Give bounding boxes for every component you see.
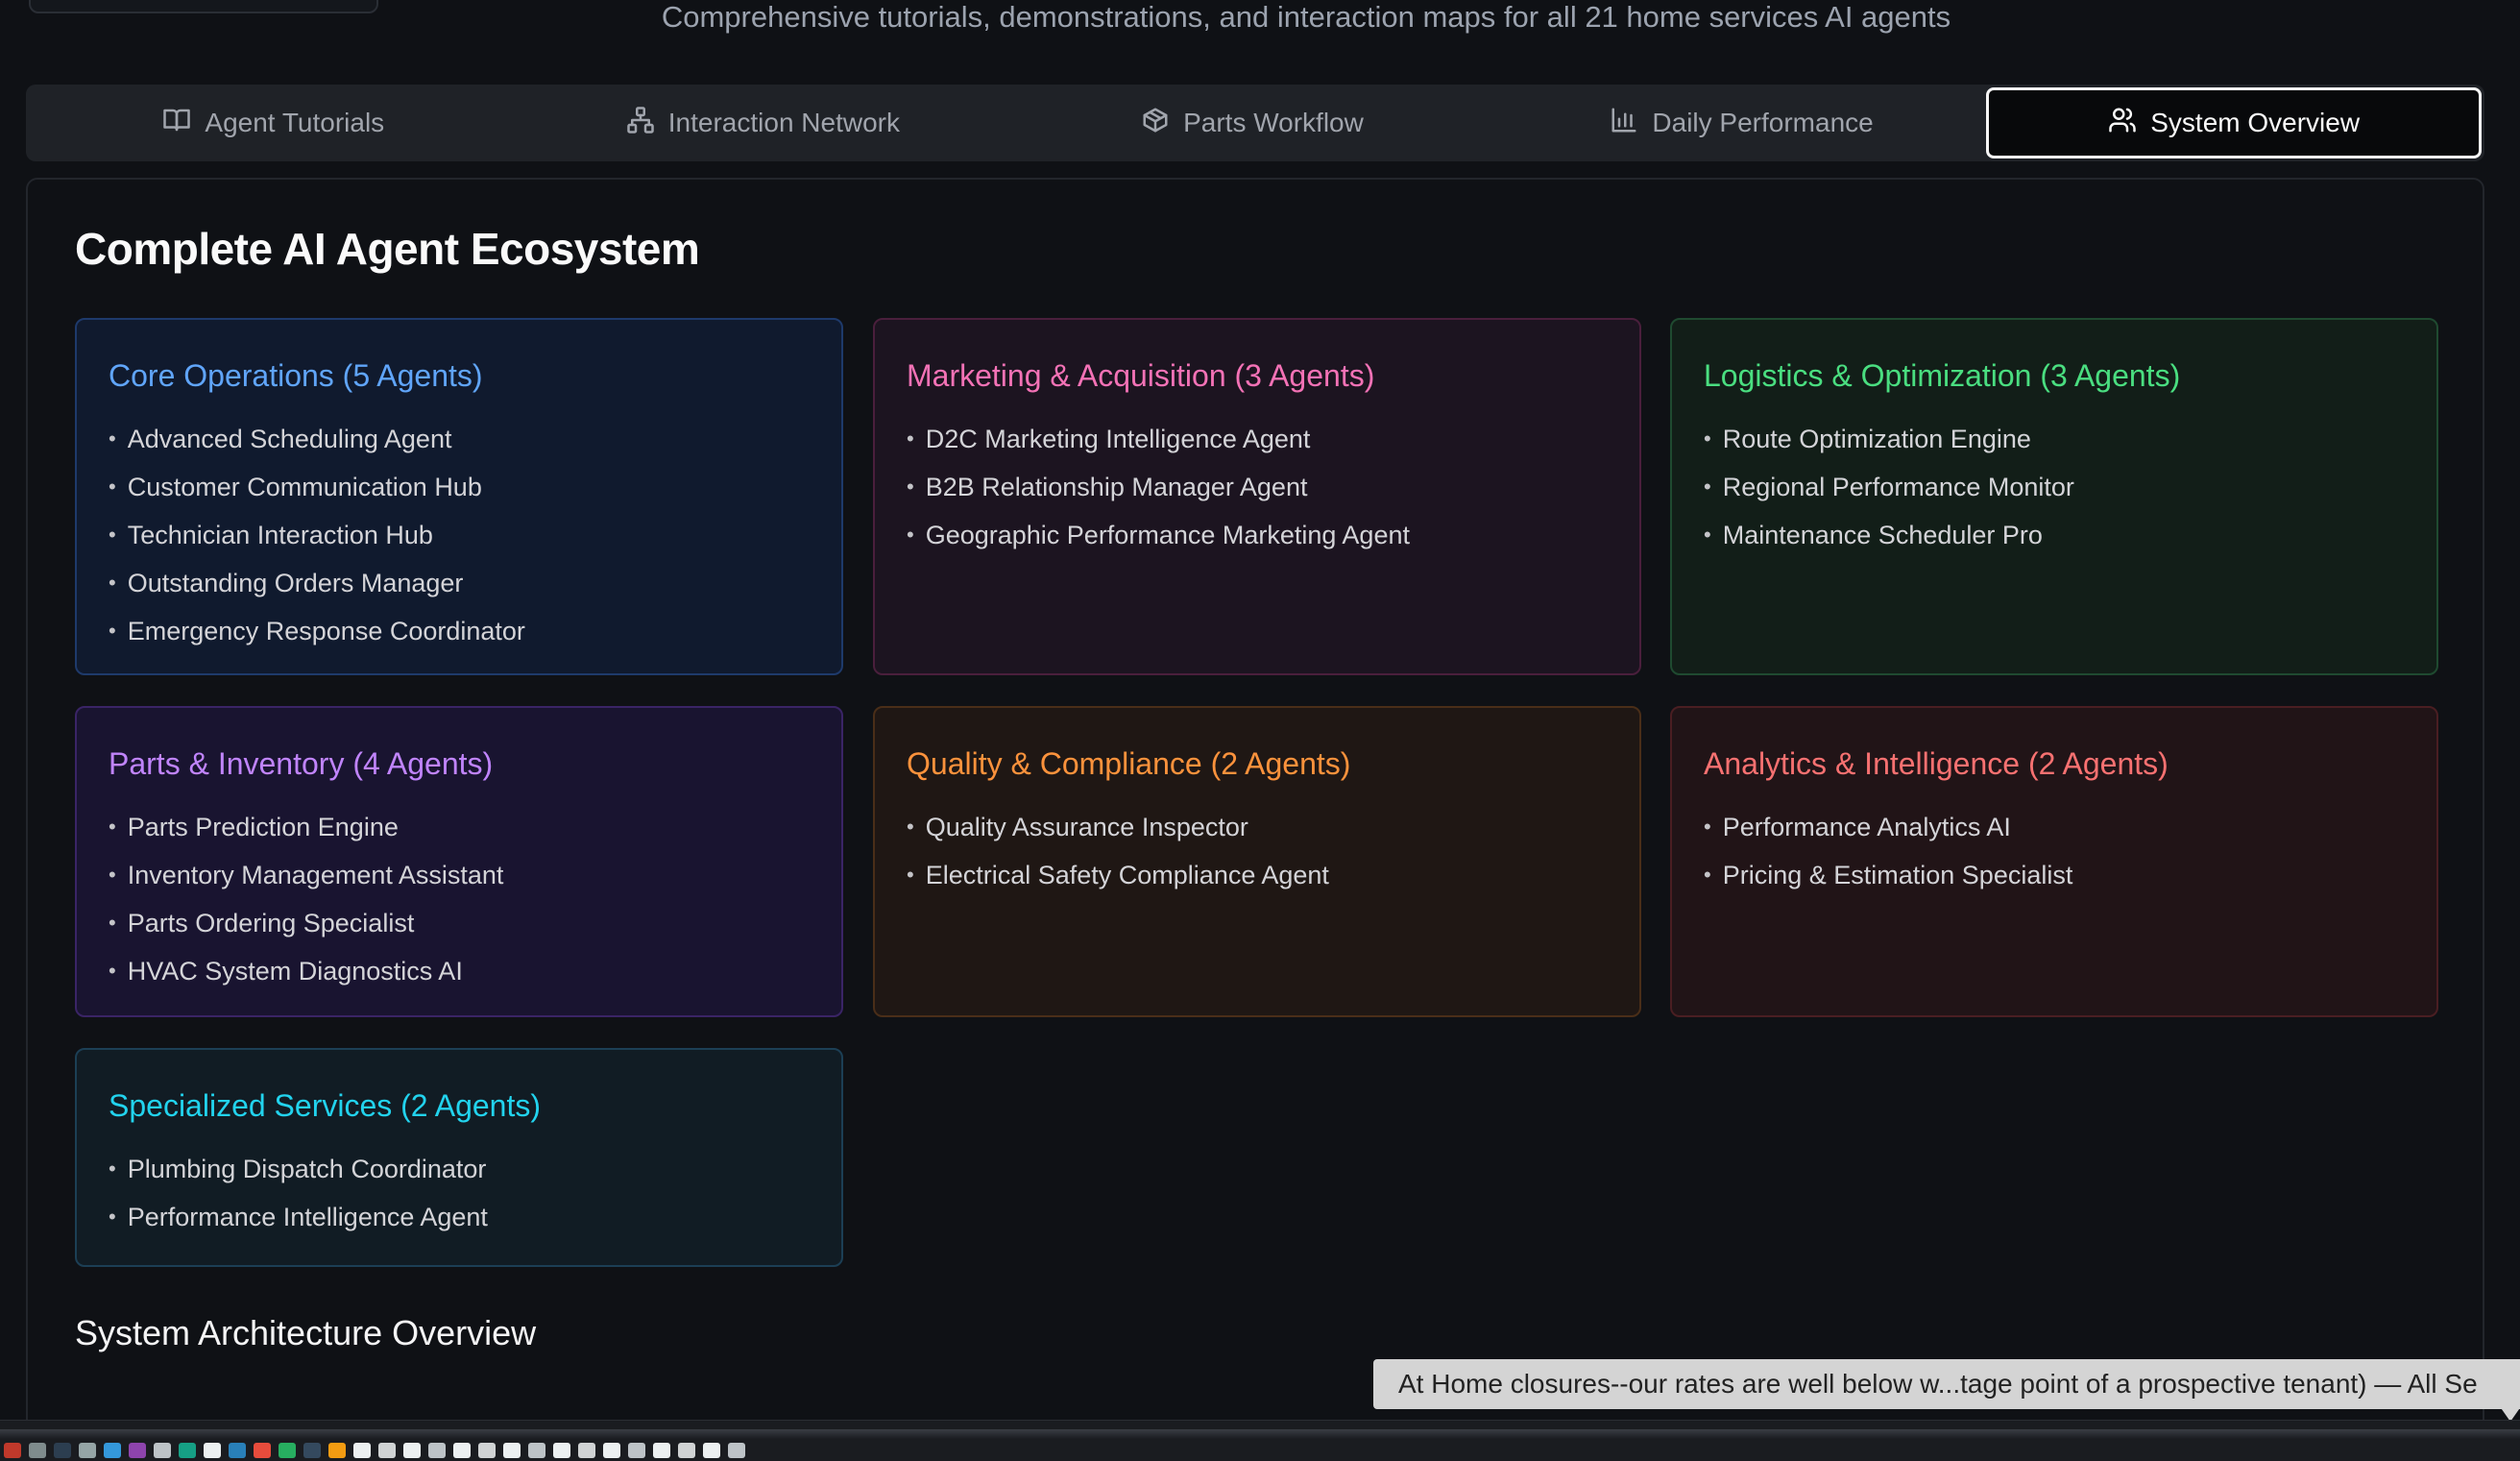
agent-item: Advanced Scheduling Agent — [109, 416, 811, 464]
agent-item: Maintenance Scheduler Pro — [1704, 512, 2406, 560]
group-title: Parts & Inventory (4 Agents) — [109, 746, 494, 781]
tab-parts-workflow[interactable]: Parts Workflow — [1007, 87, 1497, 158]
tooltip-pointer — [2497, 1402, 2520, 1422]
agent-item: Electrical Safety Compliance Agent — [907, 852, 1609, 900]
agent-item: D2C Marketing Intelligence Agent — [907, 416, 1609, 464]
group-title: Quality & Compliance (2 Agents) — [907, 746, 1351, 781]
book-open-icon — [162, 106, 191, 141]
agent-item: Inventory Management Assistant — [109, 852, 811, 900]
group-title: Logistics & Optimization (3 Agents) — [1704, 358, 2181, 393]
group-title: Core Operations (5 Agents) — [109, 358, 483, 393]
tab-label: System Overview — [2150, 108, 2361, 137]
agent-item: Outstanding Orders Manager — [109, 560, 811, 608]
tab-label: Interaction Network — [667, 108, 900, 137]
architecture-section-title: System Architecture Overview — [75, 1313, 537, 1352]
group-title: Specialized Services (2 Agents) — [109, 1088, 541, 1123]
taskbar-icons[interactable] — [0, 1443, 2520, 1460]
agent-group-quality: Quality & Compliance (2 Agents) Quality … — [873, 706, 1641, 1017]
users-icon — [2108, 106, 2137, 141]
agent-group-analytics: Analytics & Intelligence (2 Agents) Perf… — [1670, 706, 2438, 1017]
tab-bar: Agent Tutorials Interaction Network Part… — [26, 85, 2484, 161]
agent-item: Parts Ordering Specialist — [109, 900, 811, 948]
agent-group-logistics: Logistics & Optimization (3 Agents) Rout… — [1670, 318, 2438, 675]
hover-tooltip: At Home closures--our rates are well bel… — [1373, 1359, 2520, 1409]
tab-daily-performance[interactable]: Daily Performance — [1497, 87, 1987, 158]
agent-item: Performance Intelligence Agent — [109, 1194, 811, 1242]
agent-item: Quality Assurance Inspector — [907, 804, 1609, 852]
taskbar-shadow — [0, 1429, 2520, 1439]
system-overview-panel: Complete AI Agent Ecosystem Core Operati… — [26, 178, 2484, 1455]
agent-item: Technician Interaction Hub — [109, 512, 811, 560]
agent-item: Plumbing Dispatch Coordinator — [109, 1146, 811, 1194]
agent-group-parts-inventory: Parts & Inventory (4 Agents) Parts Predi… — [75, 706, 843, 1017]
agent-item: Regional Performance Monitor — [1704, 464, 2406, 512]
agent-group-core-operations: Core Operations (5 Agents) Advanced Sche… — [75, 318, 843, 675]
agent-item: B2B Relationship Manager Agent — [907, 464, 1609, 512]
panel-title: Complete AI Agent Ecosystem — [75, 224, 700, 274]
agent-item: Performance Analytics AI — [1704, 804, 2406, 852]
bar-chart-icon — [1610, 106, 1638, 141]
tab-system-overview[interactable]: System Overview — [1986, 87, 2482, 158]
agent-item: Route Optimization Engine — [1704, 416, 2406, 464]
network-icon — [626, 106, 655, 141]
agent-item: Geographic Performance Marketing Agent — [907, 512, 1609, 560]
agent-item: Pricing & Estimation Specialist — [1704, 852, 2406, 900]
tab-interaction-network[interactable]: Interaction Network — [519, 87, 1008, 158]
group-title: Marketing & Acquisition (3 Agents) — [907, 358, 1375, 393]
tab-label: Daily Performance — [1652, 108, 1874, 137]
package-icon — [1141, 106, 1170, 141]
agent-group-specialized: Specialized Services (2 Agents) Plumbing… — [75, 1048, 843, 1267]
tab-agent-tutorials[interactable]: Agent Tutorials — [29, 87, 519, 158]
page-subtitle: Comprehensive tutorials, demonstrations,… — [661, 0, 1951, 34]
agent-item: Parts Prediction Engine — [109, 804, 811, 852]
tab-label: Parts Workflow — [1183, 108, 1364, 137]
tab-label: Agent Tutorials — [205, 108, 385, 137]
agent-item: HVAC System Diagnostics AI — [109, 948, 811, 996]
agent-item: Customer Communication Hub — [109, 464, 811, 512]
agent-group-marketing: Marketing & Acquisition (3 Agents) D2C M… — [873, 318, 1641, 675]
group-title: Analytics & Intelligence (2 Agents) — [1704, 746, 2169, 781]
agent-item: Emergency Response Coordinator — [109, 608, 811, 656]
